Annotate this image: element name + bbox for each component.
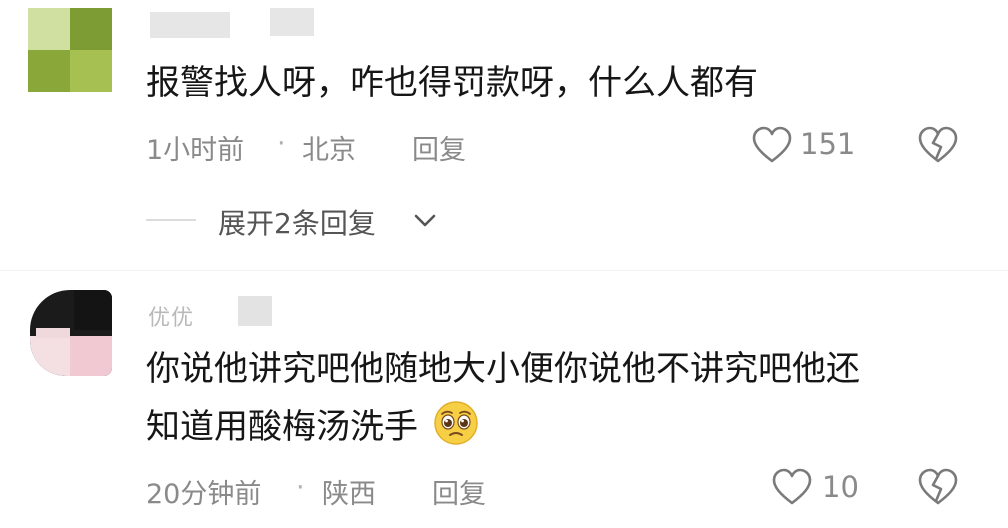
comment-text-line-1: 你说他讲究吧他随地大小便你说他不讲究吧他还	[146, 349, 860, 389]
comment-location: 北京	[302, 135, 356, 166]
expand-replies-button[interactable]: 展开2条回复	[218, 202, 376, 242]
reply-button[interactable]: 回复	[412, 128, 466, 167]
divider	[0, 270, 1008, 271]
comment-text-line-2: 知道用酸梅汤洗手	[146, 400, 479, 452]
comment-time: 1小时前	[146, 135, 245, 166]
expand-divider	[146, 219, 196, 221]
broken-heart-icon[interactable]	[918, 468, 958, 506]
comment-time: 20分钟前	[146, 479, 262, 510]
comment-text: 报警找人呀，咋也得罚款呀，什么人都有	[146, 63, 758, 103]
heart-outline-icon[interactable]	[752, 126, 792, 164]
username-blurred[interactable]	[238, 296, 272, 326]
comment-location: 陕西	[322, 479, 376, 510]
like-count: 151	[800, 127, 856, 161]
like-count: 10	[822, 470, 859, 504]
avatar[interactable]	[30, 290, 112, 376]
username[interactable]: 优优	[148, 300, 194, 332]
comment-text-line-2-text: 知道用酸梅汤洗手	[146, 407, 418, 447]
reply-button[interactable]: 回复	[432, 472, 486, 511]
broken-heart-icon[interactable]	[918, 126, 958, 164]
heart-outline-icon[interactable]	[772, 468, 812, 506]
meta-separator: ·	[277, 128, 286, 159]
username-blurred[interactable]	[150, 12, 230, 38]
pleading-face-emoji-icon	[433, 400, 479, 446]
chevron-down-icon[interactable]	[412, 210, 438, 230]
avatar[interactable]	[28, 8, 112, 92]
meta-separator: ·	[296, 472, 305, 503]
